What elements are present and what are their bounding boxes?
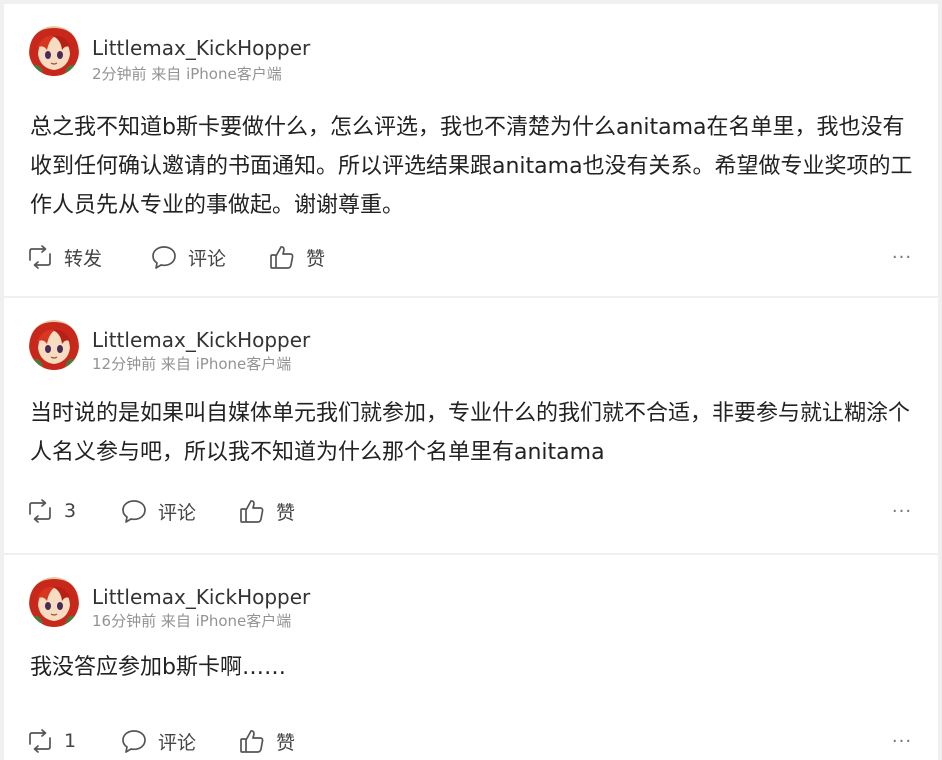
repost-count: 1 <box>64 730 77 752</box>
action-bar: 转发 评论 赞 ··· <box>4 242 938 272</box>
comment-icon <box>120 497 148 525</box>
avatar[interactable] <box>29 26 79 76</box>
like-button[interactable]: 赞 <box>268 242 325 272</box>
repost-icon <box>26 497 54 525</box>
action-bar: 1 评论 赞 ··· <box>4 726 938 756</box>
post-meta: 16分钟前 来自 iPhone客户端 <box>92 612 292 630</box>
repost-count: 3 <box>64 500 77 522</box>
post-content: 总之我不知道b斯卡要做什么，怎么评选，我也不清楚为什么anitama在名单里，我… <box>30 115 913 218</box>
thumbs-up-icon <box>238 497 266 525</box>
more-button[interactable]: ··· <box>888 726 916 756</box>
post-content: 当时说的是如果叫自媒体单元我们就参加，专业什么的我们就不合适，非要参与就让糊涂个… <box>30 401 911 465</box>
thumbs-up-icon <box>268 243 296 271</box>
post-content: 我没答应参加b斯卡啊…… <box>30 655 286 680</box>
repost-label: 转发 <box>64 247 103 270</box>
weibo-feed: Littlemax_KickHopper 2分钟前 来自 iPhone客户端 总… <box>4 4 938 760</box>
comment-button[interactable]: 评论 <box>150 242 226 272</box>
comment-icon <box>150 243 178 271</box>
username[interactable]: Littlemax_KickHopper <box>92 36 310 60</box>
comment-label: 评论 <box>188 247 227 270</box>
username[interactable]: Littlemax_KickHopper <box>92 328 310 352</box>
like-button[interactable]: 赞 <box>238 726 295 756</box>
like-label: 赞 <box>276 501 296 524</box>
comment-button[interactable]: 评论 <box>120 496 196 526</box>
avatar[interactable] <box>29 320 79 370</box>
repost-button[interactable]: 转发 <box>26 242 102 272</box>
comment-button[interactable]: 评论 <box>120 726 196 756</box>
username[interactable]: Littlemax_KickHopper <box>92 585 310 609</box>
like-button[interactable]: 赞 <box>238 496 295 526</box>
comment-icon <box>120 727 148 755</box>
post-card: Littlemax_KickHopper 16分钟前 来自 iPhone客户端 … <box>4 555 938 760</box>
more-button[interactable]: ··· <box>888 242 916 272</box>
more-button[interactable]: ··· <box>888 496 916 526</box>
thumbs-up-icon <box>238 727 266 755</box>
avatar[interactable] <box>29 577 79 627</box>
post-card: Littlemax_KickHopper 2分钟前 来自 iPhone客户端 总… <box>4 4 938 296</box>
repost-button[interactable]: 3 <box>26 496 76 526</box>
action-bar: 3 评论 赞 ··· <box>4 496 938 526</box>
like-label: 赞 <box>276 731 296 754</box>
post-meta: 2分钟前 来自 iPhone客户端 <box>92 65 282 83</box>
post-meta: 12分钟前 来自 iPhone客户端 <box>92 355 292 373</box>
repost-button[interactable]: 1 <box>26 726 76 756</box>
repost-icon <box>26 243 54 271</box>
post-card: Littlemax_KickHopper 12分钟前 来自 iPhone客户端 … <box>4 298 938 553</box>
like-label: 赞 <box>306 247 326 270</box>
comment-label: 评论 <box>158 501 197 524</box>
repost-icon <box>26 727 54 755</box>
comment-label: 评论 <box>158 731 197 754</box>
